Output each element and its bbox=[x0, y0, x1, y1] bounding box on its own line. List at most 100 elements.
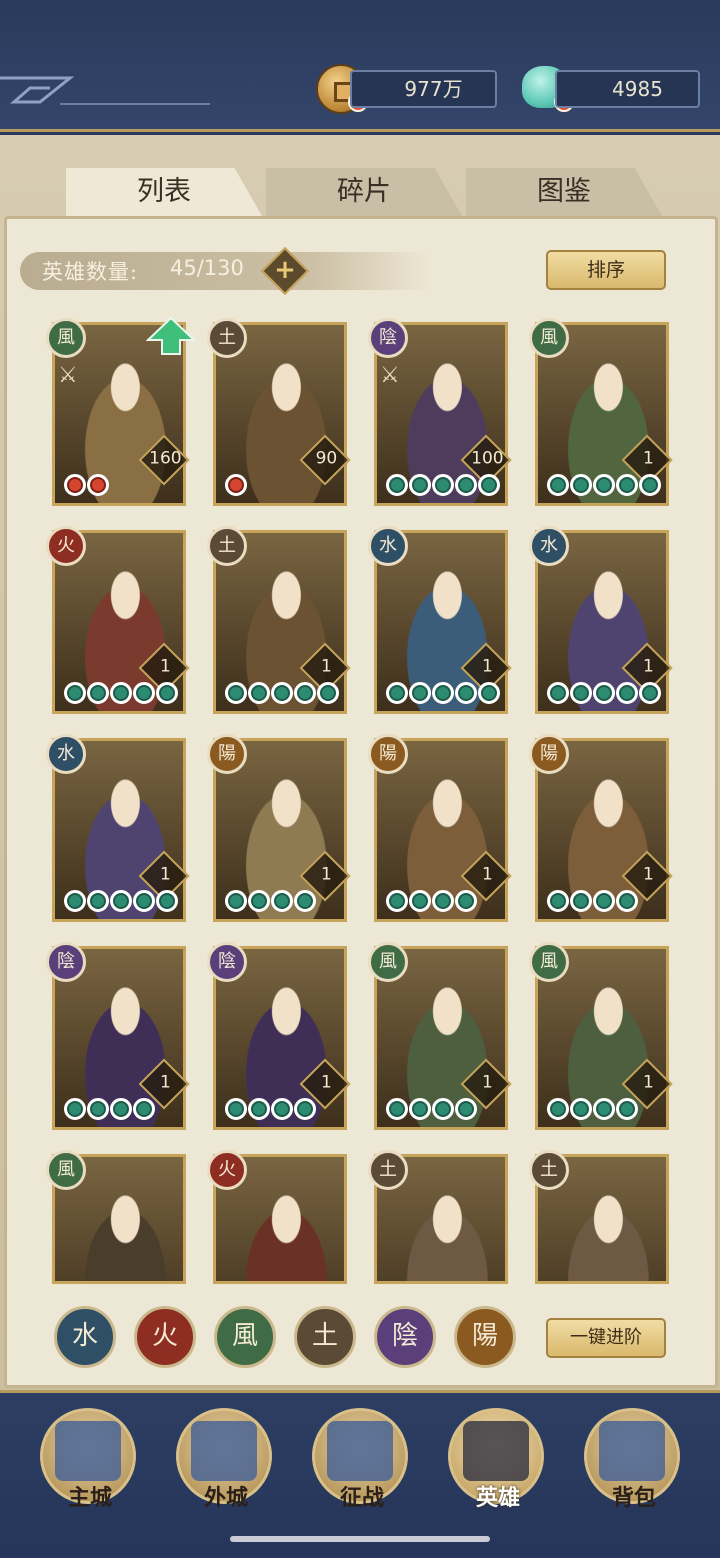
star-icon bbox=[593, 682, 615, 704]
backpack-icon bbox=[599, 1421, 665, 1481]
hero-stars bbox=[386, 890, 477, 914]
star-icon bbox=[593, 890, 615, 912]
star-icon bbox=[616, 1098, 638, 1120]
star-icon bbox=[409, 1098, 431, 1120]
filter-wind-button[interactable]: 風 bbox=[214, 1306, 276, 1368]
hero-level: 1 bbox=[481, 656, 493, 677]
star-icon bbox=[248, 1098, 270, 1120]
filter-water-button[interactable]: 水 bbox=[54, 1306, 116, 1368]
star-icon bbox=[294, 682, 316, 704]
star-icon bbox=[616, 474, 638, 496]
hero-level: 1 bbox=[320, 656, 332, 677]
nav-heroes-label: 英雄 bbox=[475, 1485, 520, 1511]
star-icon bbox=[248, 682, 270, 704]
star-icon bbox=[639, 474, 661, 496]
ornament-icon bbox=[0, 76, 210, 105]
nav-backpack-label: 背包 bbox=[611, 1485, 656, 1511]
hero-stars bbox=[64, 682, 178, 706]
nav-main-city-label: 主城 bbox=[67, 1485, 112, 1511]
element-earth-icon: 土 bbox=[368, 1150, 408, 1190]
hero-level: 1 bbox=[642, 448, 654, 469]
star-icon bbox=[317, 682, 339, 704]
star-icon bbox=[87, 474, 109, 496]
hero-stars bbox=[547, 890, 638, 914]
hero-stars bbox=[547, 1098, 638, 1122]
tab-fragments[interactable]: 碎片 bbox=[266, 168, 462, 216]
star-icon bbox=[294, 1098, 316, 1120]
star-icon bbox=[616, 890, 638, 912]
star-icon bbox=[294, 890, 316, 912]
hero-stars bbox=[64, 1098, 155, 1122]
hero-level: 1 bbox=[320, 864, 332, 885]
star-icon bbox=[547, 1098, 569, 1120]
star-icon bbox=[639, 682, 661, 704]
star-icon bbox=[87, 682, 109, 704]
star-icon bbox=[570, 682, 592, 704]
star-icon bbox=[386, 890, 408, 912]
hero-stars bbox=[386, 682, 500, 706]
star-icon bbox=[133, 1098, 155, 1120]
star-icon bbox=[64, 890, 86, 912]
crossed-swords-icon: ⚔ bbox=[380, 363, 400, 388]
hero-level: 90 bbox=[315, 448, 338, 469]
element-wind-icon: 風 bbox=[529, 942, 569, 982]
filter-fire-button[interactable]: 火 bbox=[134, 1306, 196, 1368]
hero-level: 100 bbox=[471, 448, 504, 469]
star-icon bbox=[225, 890, 247, 912]
star-icon bbox=[432, 682, 454, 704]
upgrade-arrow-icon bbox=[146, 316, 196, 355]
filter-yin-button[interactable]: 陰 bbox=[374, 1306, 436, 1368]
star-icon bbox=[547, 682, 569, 704]
hero-level: 1 bbox=[320, 1072, 332, 1093]
hero-level: 1 bbox=[642, 864, 654, 885]
one-click-promote-button[interactable]: 一键进阶 bbox=[546, 1318, 666, 1358]
hero-stars bbox=[64, 890, 178, 914]
element-fire-icon: 火 bbox=[46, 526, 86, 566]
star-icon bbox=[225, 1098, 247, 1120]
star-icon bbox=[271, 1098, 293, 1120]
star-icon bbox=[271, 890, 293, 912]
hero-level: 1 bbox=[159, 864, 171, 885]
hero-stars bbox=[547, 682, 661, 706]
plus-icon: + bbox=[274, 255, 296, 285]
star-icon bbox=[478, 474, 500, 496]
hero-stars bbox=[225, 1098, 316, 1122]
element-water-icon: 水 bbox=[368, 526, 408, 566]
star-icon bbox=[593, 1098, 615, 1120]
star-icon bbox=[271, 682, 293, 704]
filter-yang-button[interactable]: 陽 bbox=[454, 1306, 516, 1368]
gem-balance: 4985 bbox=[555, 70, 700, 108]
star-icon bbox=[409, 682, 431, 704]
crossed-swords-icon: ⚔ bbox=[58, 363, 78, 388]
coin-balance: 977万 bbox=[350, 70, 497, 108]
element-water-icon: 水 bbox=[529, 526, 569, 566]
hero-level: 1 bbox=[642, 1072, 654, 1093]
hero-count-label: 英雄数量: bbox=[42, 260, 139, 284]
tab-list[interactable]: 列表 bbox=[66, 168, 262, 216]
hero-stars bbox=[386, 1098, 477, 1122]
star-icon bbox=[616, 682, 638, 704]
star-icon bbox=[570, 1098, 592, 1120]
element-yang-icon: 陽 bbox=[368, 734, 408, 774]
element-yin-icon: 陰 bbox=[368, 318, 408, 358]
filter-earth-button[interactable]: 土 bbox=[294, 1306, 356, 1368]
star-icon bbox=[87, 890, 109, 912]
star-icon bbox=[409, 474, 431, 496]
element-wind-icon: 風 bbox=[368, 942, 408, 982]
star-icon bbox=[64, 474, 86, 496]
sort-button[interactable]: 排序 bbox=[546, 250, 666, 290]
star-icon bbox=[455, 682, 477, 704]
element-fire-icon: 火 bbox=[207, 1150, 247, 1190]
star-icon bbox=[156, 682, 178, 704]
star-icon bbox=[570, 890, 592, 912]
outer-city-icon bbox=[191, 1421, 257, 1481]
star-icon bbox=[432, 890, 454, 912]
hero-stars bbox=[225, 890, 316, 914]
hero-stars bbox=[547, 474, 661, 498]
hero-level: 1 bbox=[481, 864, 493, 885]
element-earth-icon: 土 bbox=[207, 526, 247, 566]
star-icon bbox=[110, 1098, 132, 1120]
tab-codex[interactable]: 图鉴 bbox=[466, 168, 662, 216]
hero-count-value: 45/130 bbox=[170, 256, 244, 280]
nav-outer-city-label: 外城 bbox=[203, 1485, 248, 1511]
